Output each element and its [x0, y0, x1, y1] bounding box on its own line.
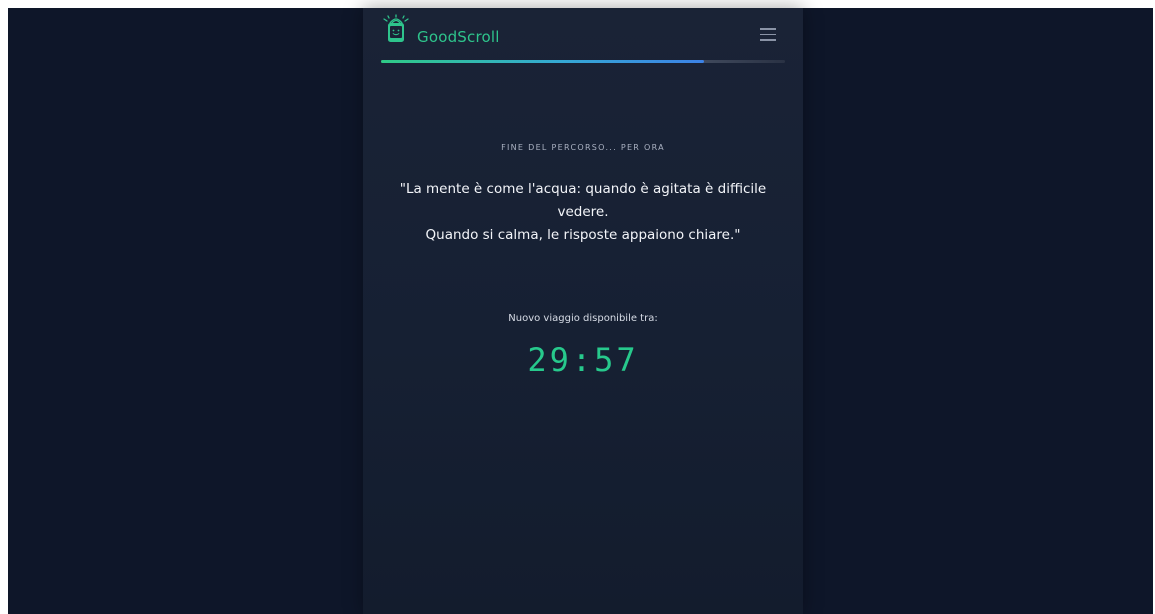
- app-header: GoodScroll: [363, 8, 803, 68]
- journey-progress-bar: [381, 60, 785, 63]
- quote-line: Quando si calma, le risposte appaiono ch…: [425, 227, 741, 243]
- journey-progress-fill: [381, 60, 705, 63]
- quote-text: "La mente è come l'acqua: quando è agita…: [363, 178, 803, 247]
- phone-lotus-logo-icon: [383, 14, 409, 42]
- hamburger-menu-icon[interactable]: [760, 28, 776, 42]
- quote-line: "La mente è come l'acqua: quando è agita…: [399, 181, 767, 197]
- end-of-journey-heading: FINE DEL PERCORSO... PER ORA: [501, 143, 665, 152]
- app-title: GoodScroll: [417, 28, 500, 46]
- page-background: GoodScroll FINE DEL PERCORSO... PER ORA …: [8, 8, 1153, 614]
- countdown-timer: 29:57: [527, 341, 639, 379]
- next-journey-label: Nuovo viaggio disponibile tra:: [508, 313, 658, 324]
- quote-line: vedere.: [557, 204, 609, 220]
- app-panel: GoodScroll FINE DEL PERCORSO... PER ORA …: [363, 8, 803, 614]
